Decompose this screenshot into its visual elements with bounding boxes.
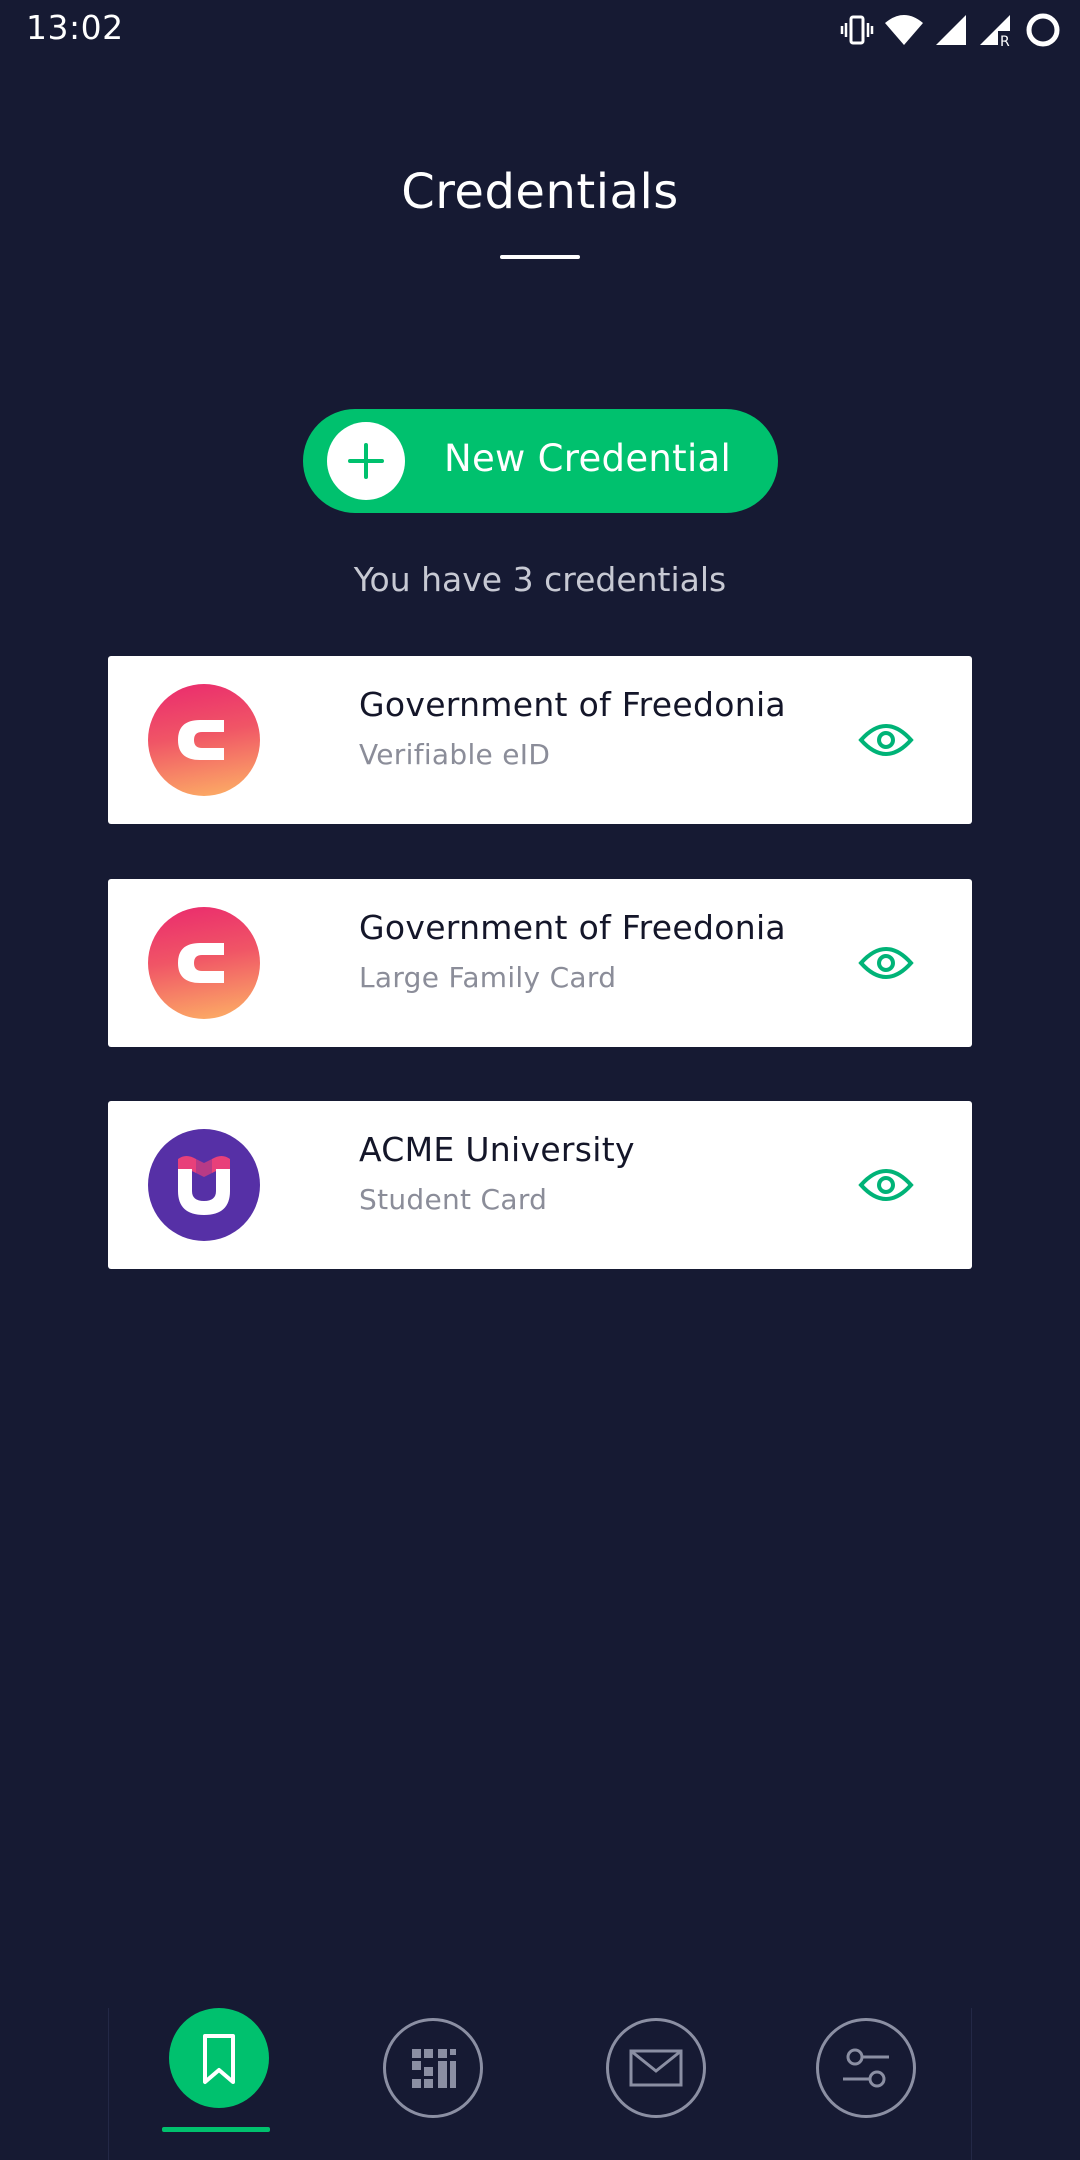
credential-card[interactable]: ACME University Student Card: [108, 1101, 972, 1269]
status-time: 13:02: [26, 8, 124, 47]
plus-icon: [327, 422, 405, 500]
credential-type: Verifiable eID: [359, 738, 551, 771]
credential-issuer: ACME University: [359, 1130, 635, 1169]
new-credential-button[interactable]: New Credential: [303, 409, 778, 513]
eye-icon[interactable]: [858, 1155, 918, 1215]
credential-count: You have 3 credentials: [353, 560, 727, 599]
settings-sliders-icon: [843, 2048, 889, 2088]
vibrate-icon: [840, 13, 874, 47]
credential-type: Large Family Card: [359, 961, 617, 994]
eye-icon[interactable]: [858, 933, 918, 993]
credential-issuer: Government of Freedonia: [359, 908, 786, 947]
acme-university-logo: [148, 1129, 260, 1241]
wifi-icon: [884, 13, 924, 47]
nav-scan-button[interactable]: [383, 2018, 483, 2118]
freedonia-logo: [148, 907, 260, 1019]
credential-issuer: Government of Freedonia: [359, 685, 786, 724]
bookmark-icon: [203, 2034, 235, 2084]
credential-card[interactable]: Government of Freedonia Large Family Car…: [108, 879, 972, 1047]
mail-icon: [629, 2049, 683, 2087]
status-bar: 13:02 R: [0, 0, 1080, 58]
signal-icon: [934, 13, 968, 47]
new-credential-label: New Credential: [444, 437, 732, 480]
nav-messages-button[interactable]: [606, 2018, 706, 2118]
nav-active-indicator: [162, 2127, 270, 2132]
bottom-nav: [108, 2008, 972, 2160]
qr-scan-icon: [412, 2049, 456, 2088]
credential-type: Student Card: [359, 1183, 548, 1216]
svg-text:R: R: [1000, 34, 1010, 47]
title-underline: [500, 255, 580, 259]
battery-icon: [1024, 11, 1062, 49]
page-title: Credentials: [401, 164, 679, 220]
nav-settings-button[interactable]: [816, 2018, 916, 2118]
nav-credentials-button[interactable]: [169, 2008, 269, 2108]
signal-roaming-icon: R: [978, 13, 1014, 47]
freedonia-logo: [148, 684, 260, 796]
eye-icon[interactable]: [858, 710, 918, 770]
status-icons: R: [840, 10, 1062, 50]
credential-card[interactable]: Government of Freedonia Verifiable eID: [108, 656, 972, 824]
